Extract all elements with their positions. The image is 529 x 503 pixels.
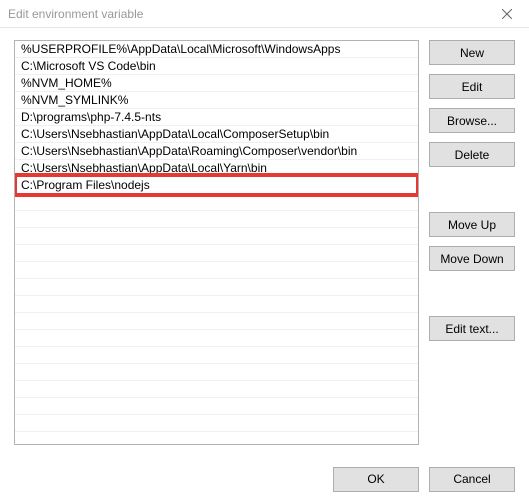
list-item[interactable]: C:\Program Files\nodejs [15,177,418,194]
list-item-empty[interactable] [15,313,418,330]
list-item-empty[interactable] [15,279,418,296]
dialog-footer: OK Cancel [0,455,529,503]
edit-text-button[interactable]: Edit text... [429,316,515,341]
list-item[interactable]: %USERPROFILE%\AppData\Local\Microsoft\Wi… [15,41,418,58]
list-item[interactable]: C:\Users\Nsebhastian\AppData\Roaming\Com… [15,143,418,160]
cancel-button[interactable]: Cancel [429,467,515,492]
close-button[interactable] [484,0,529,28]
edit-button[interactable]: Edit [429,74,515,99]
list-item-empty[interactable] [15,330,418,347]
list-item-empty[interactable] [15,262,418,279]
list-item-empty[interactable] [15,296,418,313]
list-item[interactable]: %NVM_SYMLINK% [15,92,418,109]
list-item-empty[interactable] [15,211,418,228]
button-column: New Edit Browse... Delete Move Up Move D… [429,40,515,445]
list-item[interactable]: C:\Microsoft VS Code\bin [15,58,418,75]
list-item[interactable]: %NVM_HOME% [15,75,418,92]
path-list[interactable]: %USERPROFILE%\AppData\Local\Microsoft\Wi… [14,40,419,445]
list-item-empty[interactable] [15,228,418,245]
ok-button[interactable]: OK [333,467,419,492]
list-item-empty[interactable] [15,381,418,398]
list-item-empty[interactable] [15,245,418,262]
list-item[interactable]: C:\Users\Nsebhastian\AppData\Local\Compo… [15,126,418,143]
titlebar: Edit environment variable [0,0,529,28]
list-item[interactable]: C:\Users\Nsebhastian\AppData\Local\Yarn\… [15,160,418,177]
window-title: Edit environment variable [8,7,143,21]
close-icon [502,9,512,19]
list-item-empty[interactable] [15,398,418,415]
list-item-empty[interactable] [15,194,418,211]
browse-button[interactable]: Browse... [429,108,515,133]
list-item-empty[interactable] [15,364,418,381]
delete-button[interactable]: Delete [429,142,515,167]
list-item[interactable]: D:\programs\php-7.4.5-nts [15,109,418,126]
list-item-empty[interactable] [15,347,418,364]
move-down-button[interactable]: Move Down [429,246,515,271]
move-up-button[interactable]: Move Up [429,212,515,237]
new-button[interactable]: New [429,40,515,65]
content-area: %USERPROFILE%\AppData\Local\Microsoft\Wi… [0,28,529,455]
list-item-empty[interactable] [15,415,418,432]
